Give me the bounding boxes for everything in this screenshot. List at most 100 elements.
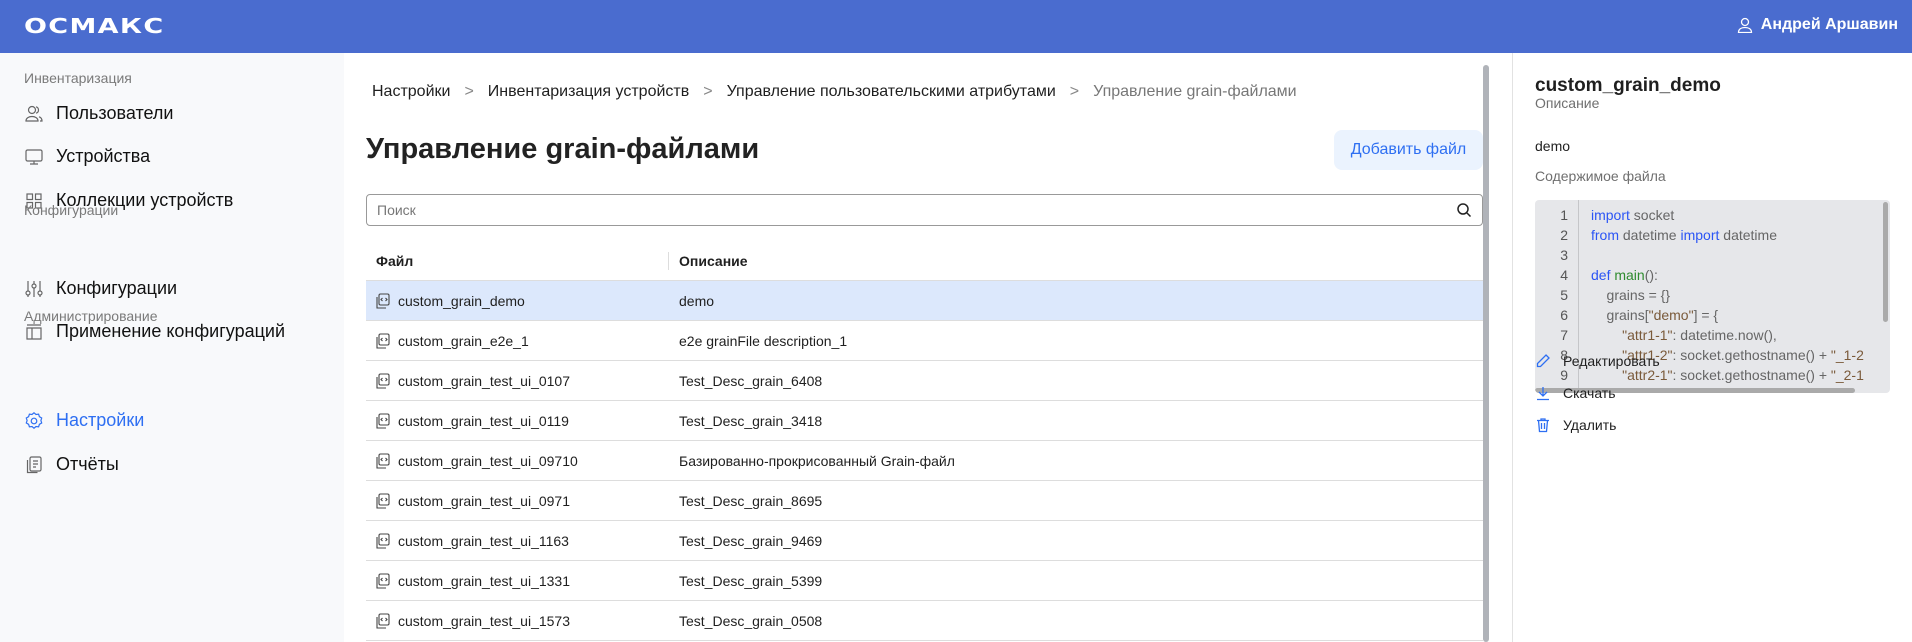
table-row[interactable]: custom_grain_test_ui_09710 Базированно-пр…: [366, 441, 1483, 481]
reports-icon: [26, 455, 42, 473]
code-line: grains = {}: [1591, 287, 1670, 303]
file-cell: custom_grain_test_ui_0107: [366, 373, 669, 389]
add-file-button[interactable]: Добавить файл: [1334, 130, 1483, 170]
file-cell: custom_grain_test_ui_0971: [366, 493, 669, 509]
chevron-right-icon: >: [703, 83, 713, 100]
sidebar-item-label: Конфигурации: [56, 278, 178, 298]
sidebar-item[interactable]: Конфигурации: [24, 278, 177, 299]
logo[interactable]: ОСМАКС: [24, 14, 165, 38]
file-name: custom_grain_test_ui_1573: [398, 612, 571, 629]
table-row[interactable]: custom_grain_test_ui_0107 Test_Desc_grain…: [366, 361, 1483, 401]
user-menu[interactable]: Андрей Аршавин: [1737, 16, 1898, 34]
code-file-icon: [376, 372, 390, 389]
line-number: 7: [1560, 327, 1568, 343]
code-file-icon: [376, 452, 390, 469]
file-cell: custom_grain_demo: [366, 293, 669, 309]
download-icon: [1537, 387, 1549, 401]
edit-label: Редактировать: [1563, 353, 1660, 369]
code-vertical-scrollbar[interactable]: [1883, 202, 1888, 322]
file-name: custom_grain_test_ui_0107: [398, 372, 571, 389]
file-name: custom_grain_test_ui_1163: [398, 532, 569, 549]
file-cell: custom_grain_test_ui_09710: [366, 453, 669, 469]
content-label: Содержимое файла: [1535, 168, 1666, 184]
file-name: custom_grain_test_ui_09710: [398, 452, 578, 469]
description-cell: Базированно-прокрисованный Grain-файл: [679, 452, 955, 469]
file-name: custom_grain_test_ui_0119: [398, 412, 569, 429]
sidebar-item[interactable]: Настройки: [24, 410, 144, 431]
table-row[interactable]: custom_grain_test_ui_0971 Test_Desc_grain…: [366, 481, 1483, 521]
chevron-right-icon: >: [464, 83, 474, 100]
table-row[interactable]: custom_grain_test_ui_1331 Test_Desc_grain…: [366, 561, 1483, 601]
table-row[interactable]: custom_grain_e2e_1 e2e grainFile descript…: [366, 321, 1483, 361]
sidebar-item-label: Применение конфигураций: [56, 321, 286, 341]
sidebar-item[interactable]: Пользователи: [24, 103, 173, 124]
line-number: 5: [1560, 287, 1568, 303]
sliders-icon: [25, 280, 43, 297]
breadcrumb-inventory[interactable]: Инвентаризация устройств: [488, 83, 689, 101]
code-line: "attr1-1": datetime.now(),: [1622, 327, 1777, 343]
search-icon[interactable]: [1456, 202, 1472, 218]
download-button[interactable]: Скачать: [1535, 385, 1616, 401]
sidebar-item[interactable]: Применение конфигураций: [24, 321, 285, 342]
page-title: Управление grain-файлами: [366, 133, 760, 165]
file-cell: custom_grain_e2e_1: [366, 333, 669, 349]
code-line: import socket: [1591, 207, 1675, 223]
code-file-icon: [376, 532, 390, 549]
table-row[interactable]: custom_grain_demo demo: [366, 281, 1483, 321]
code-file-icon: [376, 612, 390, 629]
description-label: Описание: [1535, 95, 1600, 111]
top-bar: ОСМАКС Андрей Аршавин: [0, 0, 1912, 53]
file-name: custom_grain_test_ui_0971: [398, 492, 571, 509]
description-value: demo: [1535, 138, 1571, 154]
table-row[interactable]: custom_grain_test_ui_1163 Test_Desc_grain…: [366, 521, 1483, 561]
description-cell: Test_Desc_grain_5399: [679, 572, 823, 589]
sidebar-item-label: Настройки: [56, 410, 145, 430]
sidebar: Инвентаризация Пользователи Устройства Колл…: [0, 53, 344, 642]
file-cell: custom_grain_test_ui_1331: [366, 573, 669, 589]
file-name: custom_grain_test_ui_1331: [398, 572, 571, 589]
description-cell: Test_Desc_grain_8695: [679, 492, 823, 509]
description-cell: Test_Desc_grain_3418: [679, 412, 823, 429]
breadcrumb: Настройки > Инвентаризация устройств > Упр…: [372, 83, 1297, 101]
files-table: Файл Описание custom_grain_demo demo custo…: [366, 241, 1483, 641]
column-description[interactable]: Описание: [669, 253, 748, 269]
line-number: 4: [1560, 267, 1568, 283]
search-input[interactable]: [366, 194, 1483, 226]
sidebar-section-title: Инвентаризация: [24, 70, 132, 86]
breadcrumb-settings[interactable]: Настройки: [372, 83, 450, 101]
table-row[interactable]: custom_grain_test_ui_0119 Test_Desc_grain…: [366, 401, 1483, 441]
description-cell: Test_Desc_grain_9469: [679, 532, 823, 549]
file-cell: custom_grain_test_ui_0119: [366, 413, 669, 429]
code-file-icon: [376, 412, 390, 429]
code-line: def main():: [1591, 267, 1658, 283]
user-icon: [1737, 17, 1752, 33]
edit-button[interactable]: Редактировать: [1535, 353, 1660, 369]
table-row[interactable]: custom_grain_test_ui_1573 Test_Desc_grain…: [366, 601, 1483, 641]
chevron-right-icon: >: [1069, 83, 1080, 100]
sidebar-item[interactable]: Отчёты: [24, 454, 119, 475]
sidebar-item-label: Отчёты: [56, 454, 119, 474]
gear-icon: [25, 411, 43, 429]
breadcrumb-custom-attributes[interactable]: Управление пользовательскими атрибутами: [727, 83, 1056, 101]
users-icon: [25, 105, 43, 122]
code-file-icon: [376, 492, 390, 509]
breadcrumb-current: Управление grain-файлами: [1093, 83, 1297, 100]
pencil-icon: [1536, 354, 1550, 368]
code-line: grains["demo"] = {: [1591, 307, 1719, 323]
user-name: Андрей Аршавин: [1760, 16, 1898, 33]
column-file[interactable]: Файл: [366, 251, 669, 270]
delete-button[interactable]: Удалить: [1535, 417, 1616, 433]
file-cell: custom_grain_test_ui_1163: [366, 533, 669, 549]
code-line: from datetime import datetime: [1591, 227, 1777, 243]
file-name: custom_grain_demo: [398, 292, 525, 309]
description-cell: Test_Desc_grain_0508: [679, 612, 823, 629]
file-cell: custom_grain_test_ui_1573: [366, 613, 669, 629]
line-number: 2: [1560, 227, 1568, 243]
sidebar-item[interactable]: Устройства: [24, 146, 150, 167]
code-file-icon: [376, 332, 390, 349]
main-scrollbar[interactable]: [1483, 65, 1489, 642]
sidebar-section-title: Конфигурации: [24, 202, 119, 218]
details-panel: custom_grain_demo Описание demo Содержим…: [1512, 53, 1912, 642]
line-number: 6: [1560, 307, 1568, 323]
